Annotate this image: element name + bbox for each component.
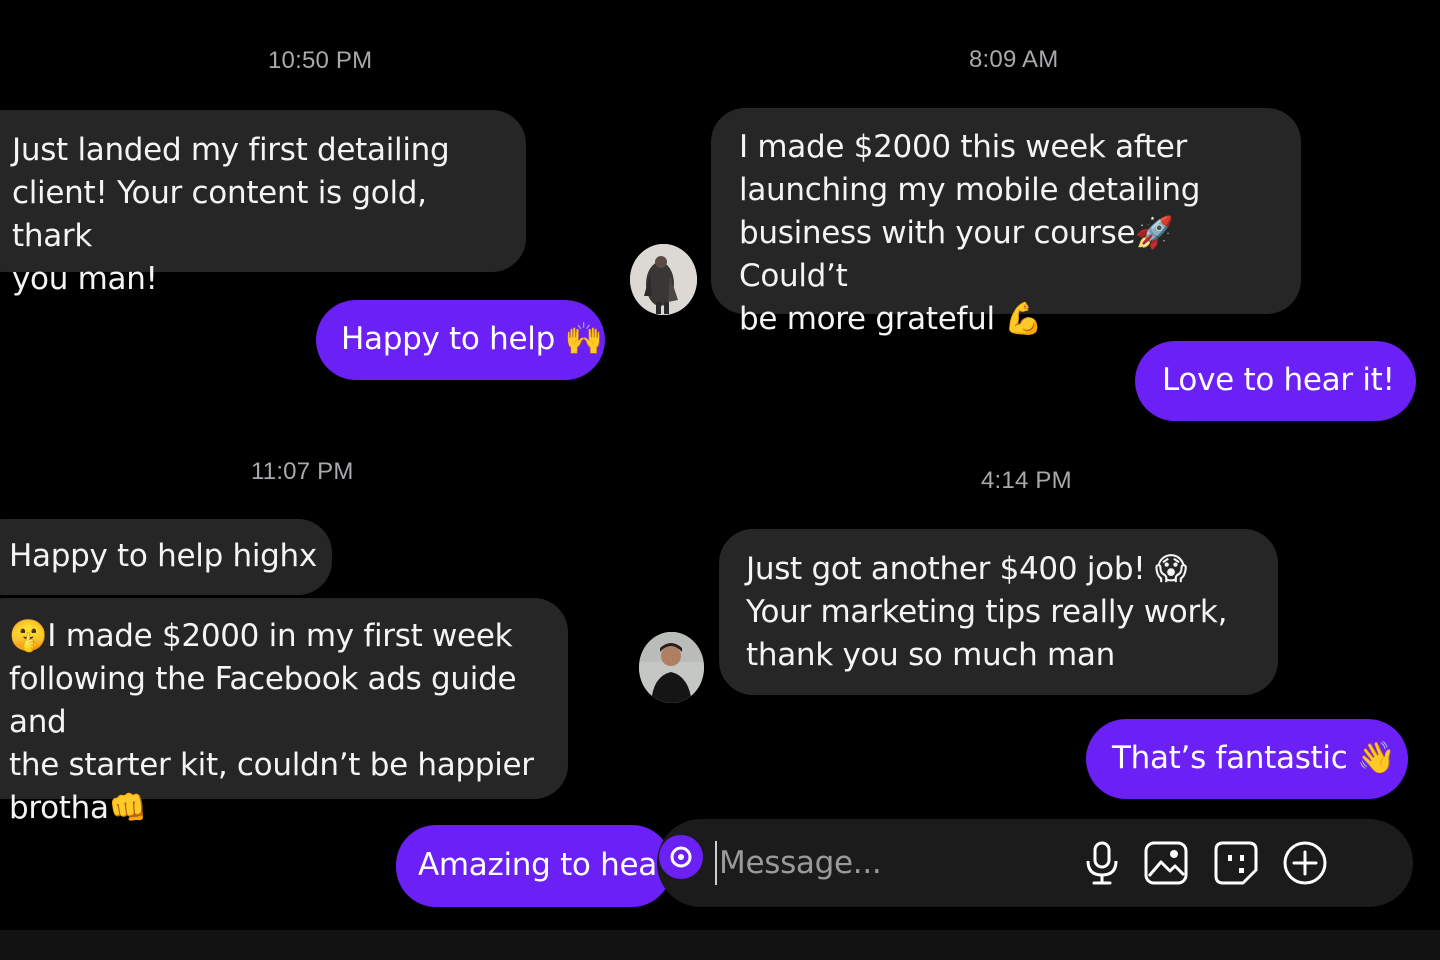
image-icon[interactable] <box>1143 840 1189 886</box>
timestamp: 4:14 PM <box>981 467 1072 494</box>
microphone-icon[interactable] <box>1079 840 1125 886</box>
incoming-message[interactable]: Just landed my first detailing client! Y… <box>0 110 526 297</box>
incoming-message[interactable]: Just got another $400 job! 😱 Your market… <box>719 529 1278 695</box>
sticker-icon[interactable] <box>1213 840 1259 886</box>
timestamp: 10:50 PM <box>268 47 373 74</box>
text-cursor <box>715 841 717 885</box>
message-input[interactable]: Message... <box>719 845 882 881</box>
outgoing-message[interactable]: That’s fantastic 👋 <box>1086 719 1408 799</box>
outgoing-message[interactable]: Amazing to hear <box>396 825 672 907</box>
outgoing-message[interactable]: Love to hear it! <box>1135 341 1416 421</box>
outgoing-message[interactable]: Happy to help 🙌 <box>316 300 605 380</box>
timestamp: 8:09 AM <box>969 46 1059 73</box>
avatar[interactable] <box>639 632 704 703</box>
chat-screen: 10:50 PM Just landed my first detailing … <box>0 0 1440 960</box>
add-icon[interactable] <box>1282 840 1328 886</box>
bottom-bar <box>0 930 1440 960</box>
camera-icon[interactable] <box>659 835 703 879</box>
timestamp: 11:07 PM <box>251 458 354 485</box>
incoming-message[interactable]: Happy to help highx <box>0 519 332 595</box>
avatar-photo <box>630 244 697 315</box>
incoming-message[interactable]: I made $2000 this week after launching m… <box>711 108 1301 337</box>
message-composer: Message... <box>657 819 1413 907</box>
incoming-message[interactable]: 🤫I made $2000 in my first week following… <box>0 598 568 826</box>
avatar[interactable] <box>630 244 697 315</box>
avatar-photo <box>639 632 704 703</box>
